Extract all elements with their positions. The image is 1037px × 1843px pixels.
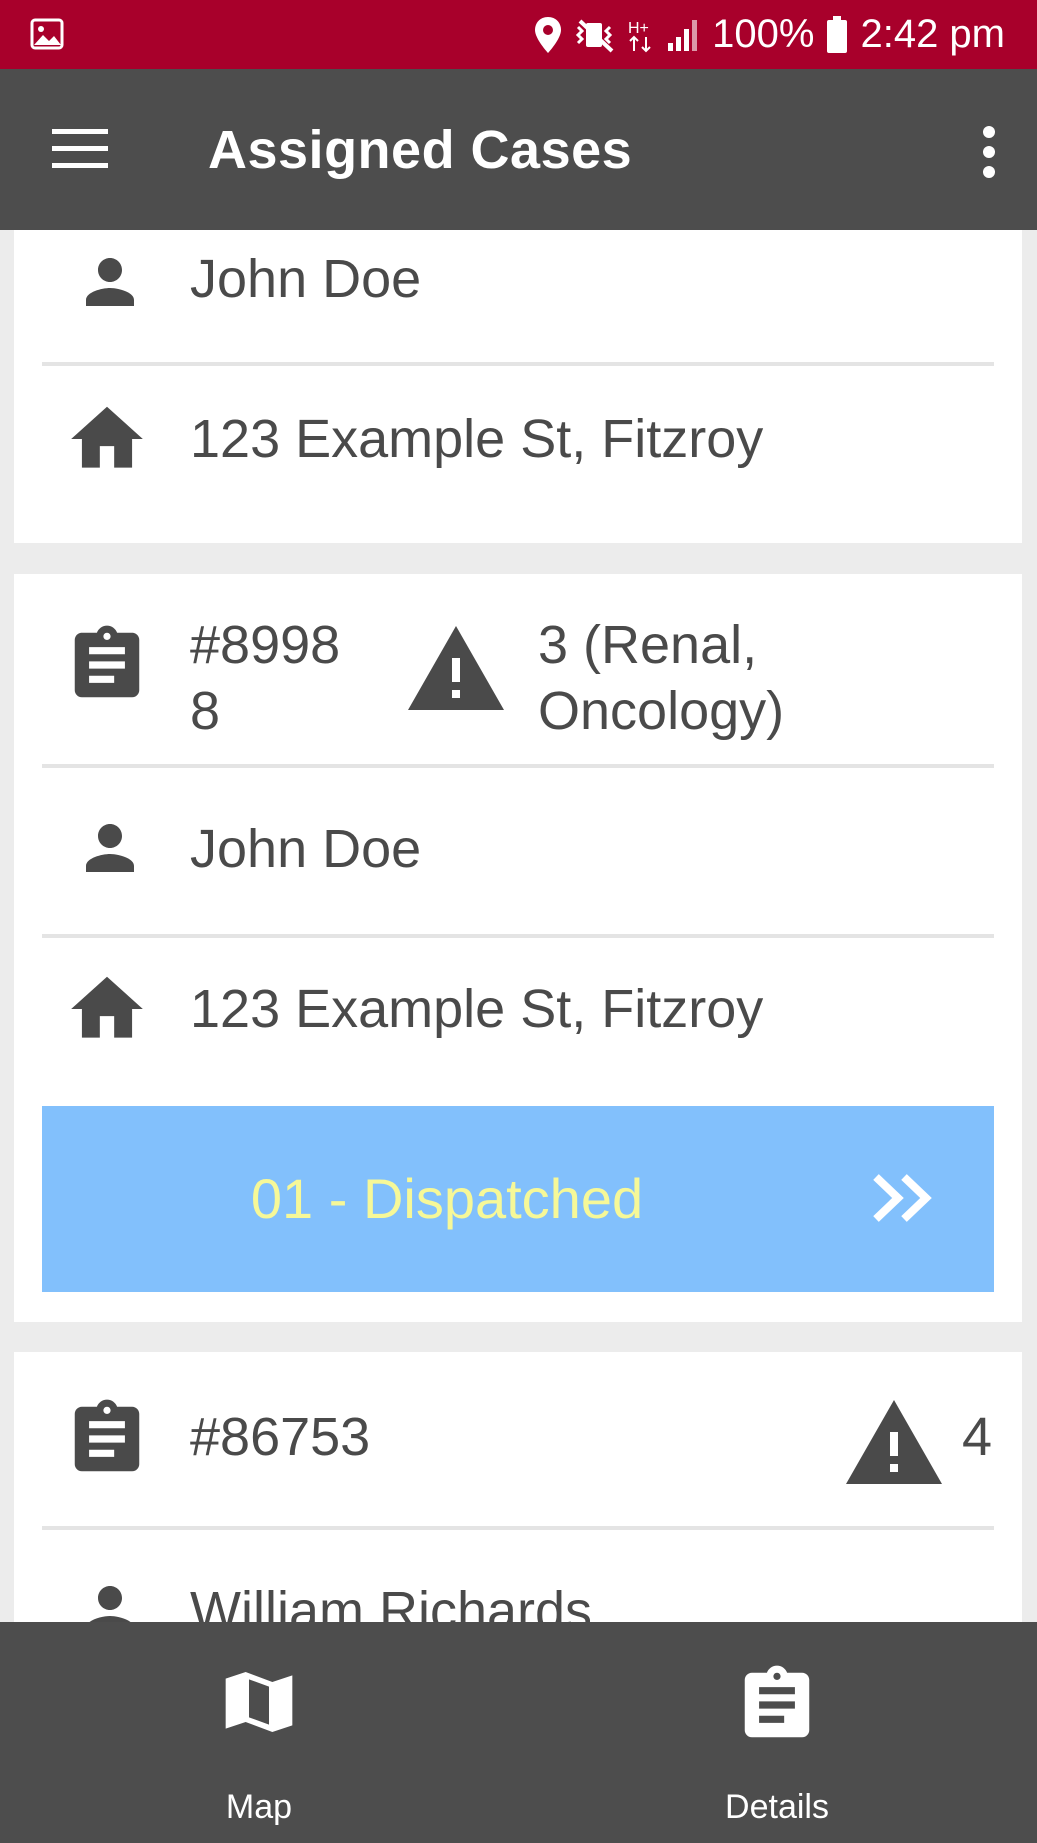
app-bar: Assigned Cases (0, 69, 1037, 230)
clock: 2:42 pm (860, 12, 1005, 56)
patient-name: William Richards (190, 1581, 593, 1622)
clipboard-icon (74, 625, 140, 698)
patient-name: John Doe (190, 249, 422, 309)
case-card[interactable]: #86753 4 William Richards (14, 1352, 1022, 1622)
home-icon (71, 976, 143, 1038)
home-icon (71, 406, 143, 468)
alert-conditions: 3 (Renal, Oncology) (538, 615, 785, 741)
person-row: John Doe (42, 230, 994, 364)
alert-count: 4 (962, 1407, 993, 1467)
case-list[interactable]: John Doe 123 Example St, Fitzroy #8998 8… (0, 230, 1037, 1622)
page-title: Assigned Cases (208, 120, 633, 180)
address-row: 123 Example St, Fitzroy (42, 938, 994, 1113)
person-icon (86, 824, 134, 872)
case-info-row: #86753 4 (42, 1352, 994, 1530)
person-row: William Richards (42, 1530, 994, 1622)
map-icon (225, 1672, 293, 1732)
signal-icon (668, 19, 698, 51)
address-row: 123 Example St, Fitzroy (42, 366, 994, 543)
clipboard-icon (744, 1665, 810, 1738)
battery-icon (827, 15, 848, 53)
image-notification-icon (30, 18, 64, 50)
person-icon (86, 258, 134, 306)
more-options-icon[interactable] (971, 124, 1007, 180)
status-bar: H+ 100% 2:42 pm (0, 0, 1037, 69)
svg-text:H+: H+ (628, 20, 649, 37)
case-number: #86753 (190, 1407, 371, 1467)
vibrate-mute-icon (576, 19, 614, 52)
patient-address: 123 Example St, Fitzroy (190, 979, 764, 1039)
nav-details[interactable]: Details (518, 1622, 1036, 1843)
nav-map-label: Map (225, 1788, 293, 1826)
warning-icon (846, 1400, 942, 1484)
case-number: #8998 8 (190, 615, 341, 741)
nav-details-label: Details (725, 1788, 829, 1826)
case-card[interactable]: #8998 8 3 (Renal, Oncology) John Doe 123… (14, 574, 1022, 1322)
location-icon (535, 16, 562, 53)
person-row: John Doe (42, 768, 994, 936)
status-label: 01 - Dispatched (250, 1167, 644, 1230)
double-chevron-right-icon (873, 1174, 932, 1222)
person-icon (89, 1586, 131, 1622)
menu-icon[interactable] (52, 129, 108, 169)
patient-name: John Doe (190, 819, 422, 879)
network-hplus-icon: H+ (628, 20, 651, 52)
case-info-row: #8998 8 3 (Renal, Oncology) (42, 574, 994, 768)
case-card[interactable]: John Doe 123 Example St, Fitzroy (14, 230, 1022, 543)
clipboard-icon (74, 1399, 140, 1472)
patient-address: 123 Example St, Fitzroy (190, 409, 764, 469)
status-dispatch-button[interactable]: 01 - Dispatched (42, 1106, 994, 1292)
nav-map[interactable]: Map (0, 1622, 518, 1843)
warning-icon (408, 626, 504, 710)
bottom-nav: Map Details (0, 1622, 1037, 1843)
battery-percent: 100% (712, 12, 815, 56)
